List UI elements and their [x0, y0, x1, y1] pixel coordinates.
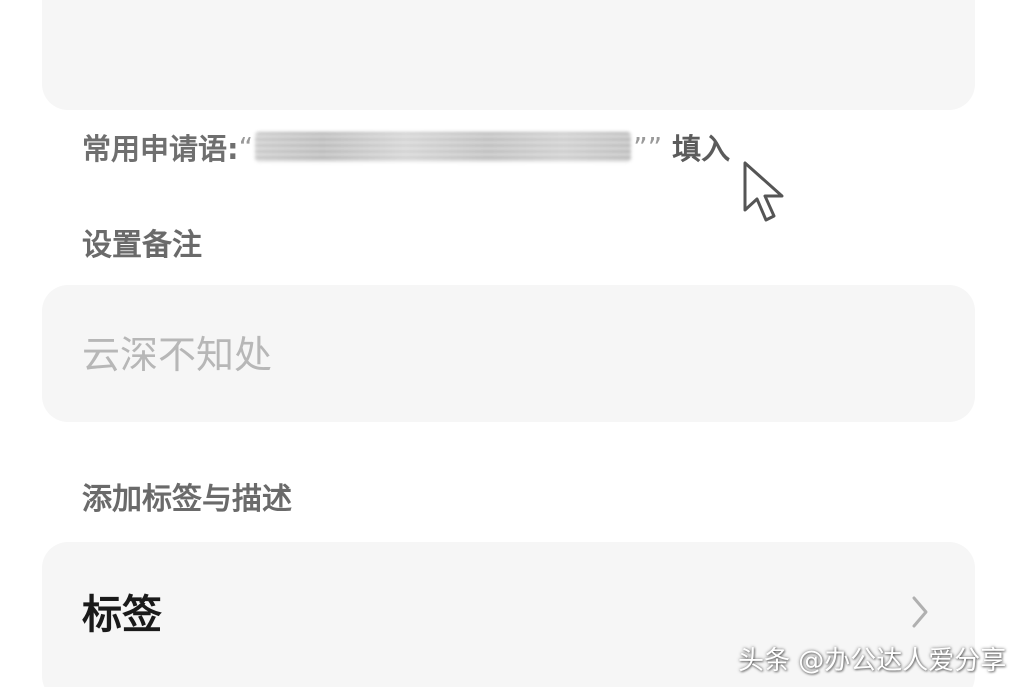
blurred-greeting-text — [255, 132, 632, 162]
common-greeting-label: 常用申请语: — [82, 132, 239, 166]
mouse-pointer-icon — [743, 161, 784, 222]
chevron-right-icon — [912, 596, 928, 628]
fill-in-link[interactable]: 填入 — [672, 126, 730, 168]
open-quote: “ — [238, 130, 254, 164]
close-quote: ”” — [633, 130, 663, 164]
request-message-input[interactable] — [42, 0, 975, 110]
watermark-text: 头条 @办公达人爱分享 — [738, 646, 1007, 676]
tags-description-section-title: 添加标签与描述 — [82, 482, 292, 517]
tags-row-label: 标签 — [82, 592, 162, 638]
add-friend-request-page: 常用申请语: “ ”” 填入 设置备注 添加标签与描述 标签 头条 @办公达人爱… — [0, 0, 1024, 687]
common-greeting-row: 常用申请语: “ ”” 填入 — [82, 124, 730, 170]
remark-section-title: 设置备注 — [82, 228, 202, 263]
remark-input[interactable] — [82, 325, 942, 385]
